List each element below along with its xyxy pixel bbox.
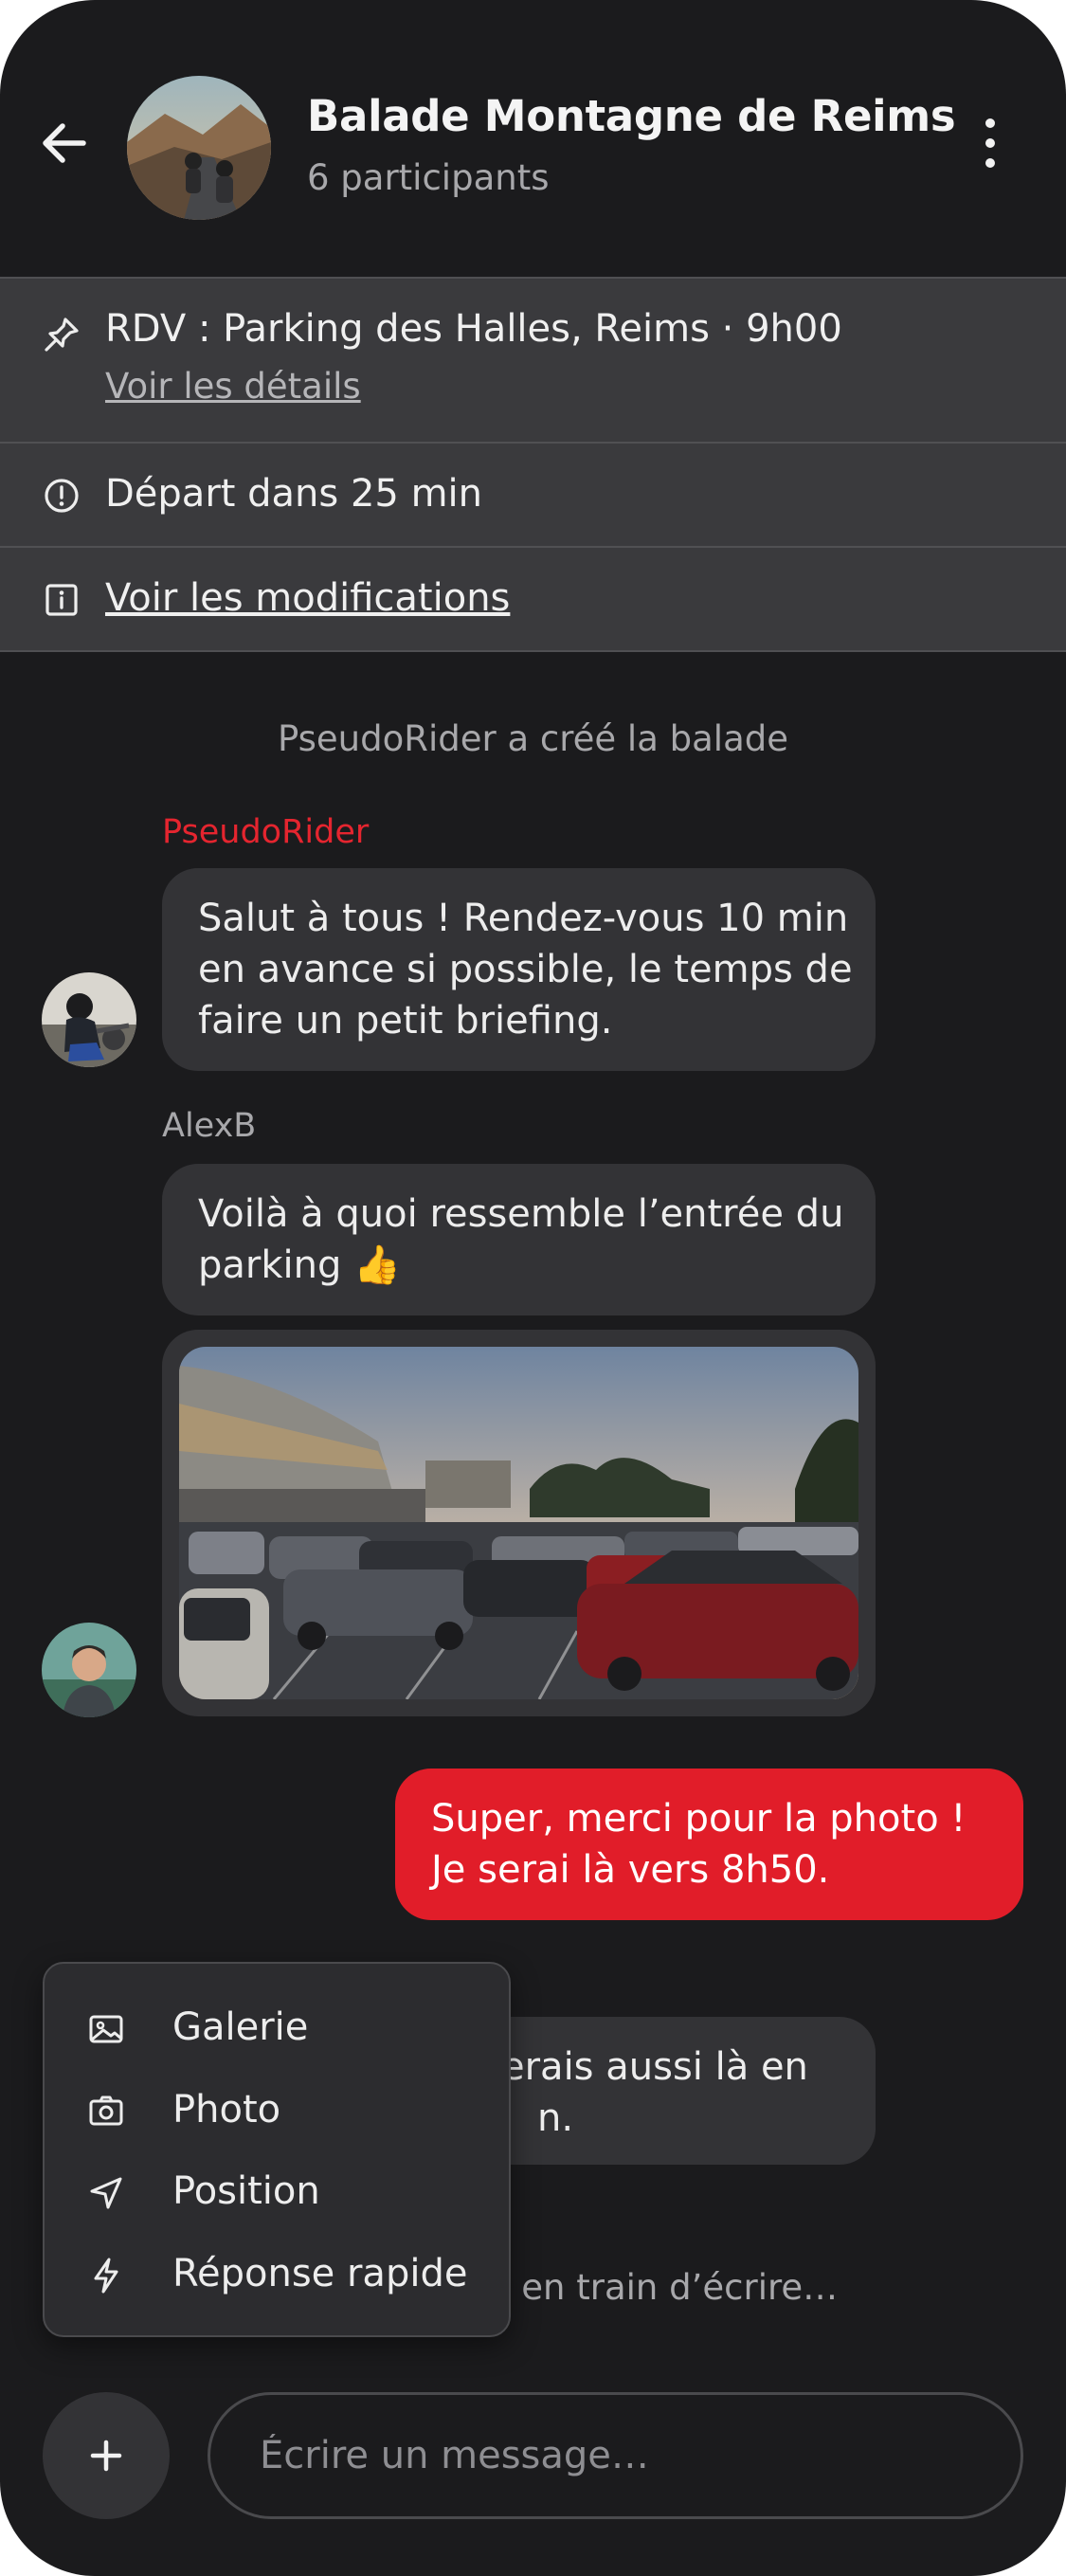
system-message: PseudoRider a créé la balade [277,718,789,759]
menu-item-label: Photo [172,2088,281,2132]
image-message[interactable] [162,1330,876,1716]
menu-item-position[interactable]: Position [45,2152,513,2234]
departure-banner: Départ dans 25 min [0,442,1066,546]
motorcycle-road-photo [127,76,271,220]
message-input[interactable] [208,2392,1023,2519]
more-options-button[interactable] [976,112,1004,174]
add-attachment-button[interactable] [43,2392,170,2519]
image-icon [89,2015,123,2043]
alexb-avatar-photo [42,1623,136,1717]
message-line: Je serai là vers 8h50. [431,1848,830,1892]
message-line: en avance si possible, le temps de [198,948,853,991]
menu-item-quick-reply[interactable]: Réponse rapide [45,2235,513,2316]
more-vertical-icon [985,118,995,168]
group-avatar[interactable] [127,76,271,220]
participants-count[interactable]: 6 participants [307,157,549,198]
menu-item-gallery[interactable]: Galerie [45,1988,513,2070]
message-line: parking 👍 [198,1243,401,1287]
meeting-point-banner: RDV : Parking des Halles, Reims · 9h00 V… [0,277,1066,442]
details-link[interactable]: Voir les détails [105,366,361,407]
rider-avatar-photo [42,972,136,1067]
message-line: Super, merci pour la photo ! [431,1797,967,1841]
chat-header: Balade Montagne de Reims 6 participants [0,0,1066,277]
arrow-left-icon [43,123,86,163]
avatar[interactable] [42,972,136,1067]
alert-circle-icon [45,479,79,513]
pin-icon [45,317,79,352]
avatar[interactable] [42,1623,136,1717]
info-square-icon [45,584,78,616]
departure-countdown: Départ dans 25 min [105,472,483,516]
meeting-point-text: RDV : Parking des Halles, Reims · 9h00 [105,307,842,351]
message-line: Salut à tous ! Rendez-vous 10 min [198,897,849,940]
message-line: Voilà à quoi ressemble l’entrée du [198,1192,844,1236]
parking-photo [179,1347,858,1699]
menu-item-photo[interactable]: Photo [45,2071,513,2152]
menu-item-label: Position [172,2169,320,2213]
chat-screen: Balade Montagne de Reims 6 participants … [0,0,1066,2576]
modifications-banner[interactable]: Voir les modifications [0,546,1066,652]
plus-icon [90,2440,122,2472]
sender-name: AlexB [162,1107,257,1145]
back-button[interactable] [34,112,97,174]
menu-item-label: Réponse rapide [172,2252,468,2295]
lightning-icon [94,2258,118,2294]
navigation-icon [90,2177,122,2209]
chat-title: Balade Montagne de Reims [307,91,956,141]
camera-icon [89,2095,123,2126]
attachment-menu: Galerie Photo Position Réponse rapide [43,1962,511,2337]
sender-name: PseudoRider [162,813,370,851]
message-bubble[interactable]: Voilà à quoi ressemble l’entrée du parki… [162,1164,876,1315]
menu-item-label: Galerie [172,2005,309,2049]
message-line: faire un petit briefing. [198,999,613,1043]
message-bubble[interactable]: Salut à tous ! Rendez-vous 10 min en ava… [162,868,876,1071]
message-bubble-outgoing[interactable]: Super, merci pour la photo ! Je serai là… [395,1769,1023,1920]
modifications-link[interactable]: Voir les modifications [105,576,510,620]
